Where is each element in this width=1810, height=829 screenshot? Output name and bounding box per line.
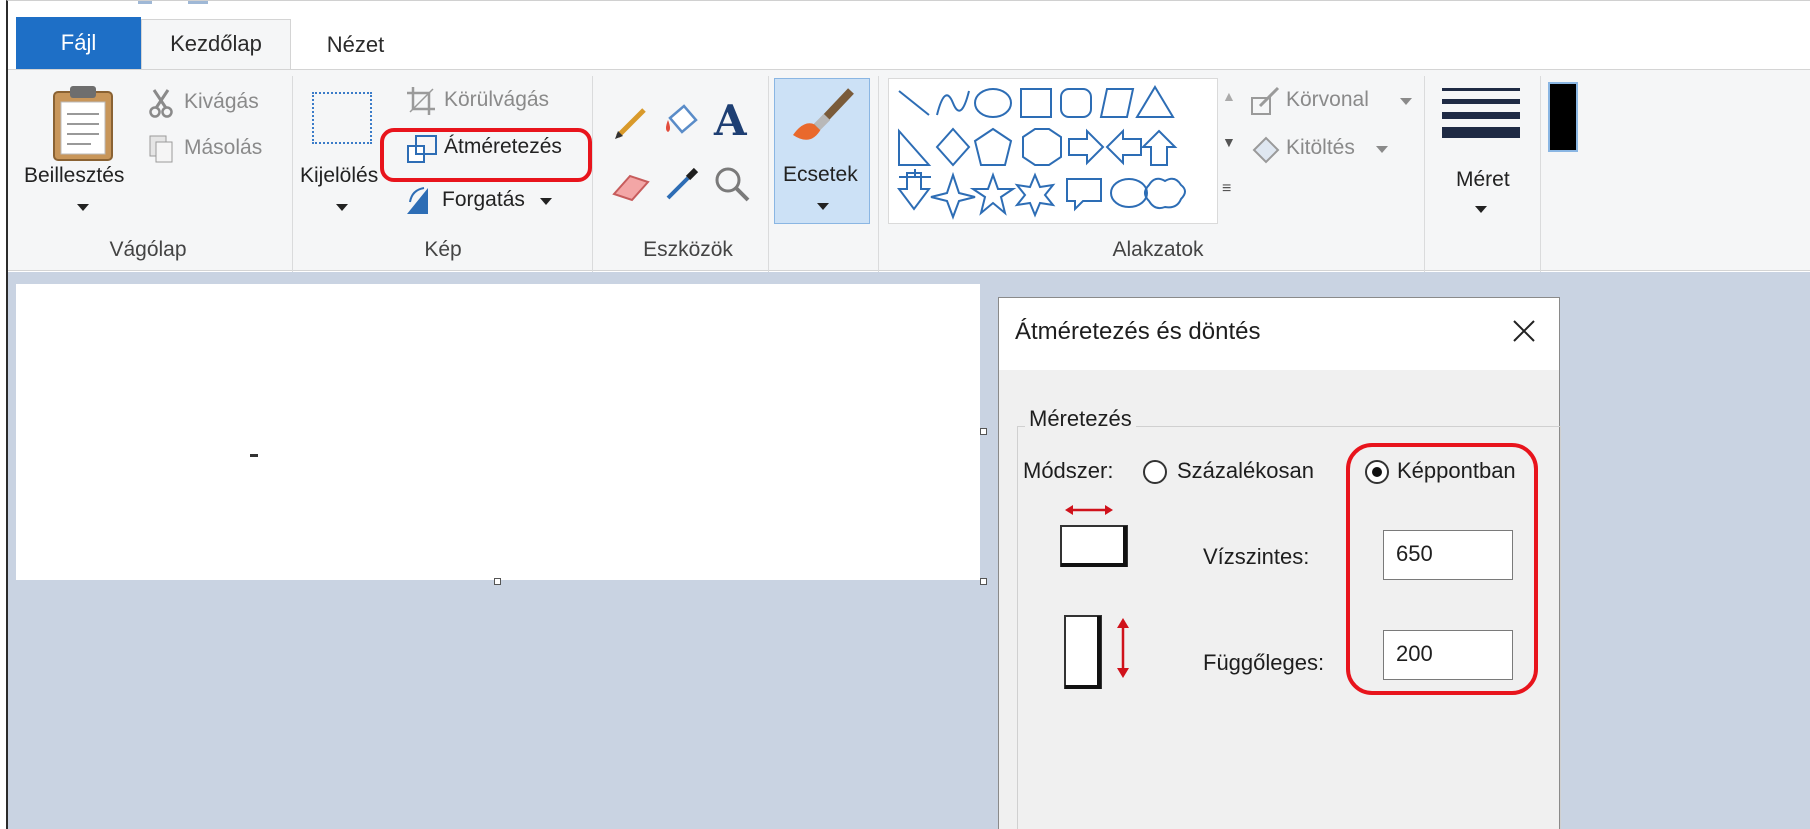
gallery-scroll-down[interactable]: ▼ bbox=[1222, 134, 1236, 150]
outline-label: Körvonal bbox=[1286, 88, 1369, 111]
ribbon-divider bbox=[878, 76, 879, 272]
cut-label: Kivágás bbox=[184, 90, 259, 113]
fill-icon bbox=[1252, 136, 1280, 164]
vertical-label: Függőleges: bbox=[1203, 650, 1325, 675]
crop-icon bbox=[407, 87, 435, 115]
chevron-down-icon bbox=[817, 203, 829, 210]
fill-bucket-icon[interactable] bbox=[660, 100, 702, 142]
copy-button[interactable]: Másolás bbox=[148, 134, 278, 166]
cut-button[interactable]: Kivágás bbox=[148, 88, 278, 120]
shapes-icon bbox=[897, 85, 1186, 220]
gallery-expand[interactable]: ≡ bbox=[1222, 180, 1231, 198]
rotate-button[interactable]: Forgatás bbox=[404, 184, 574, 220]
rotate-label: Forgatás bbox=[442, 188, 525, 211]
size-label: Méret bbox=[1456, 168, 1510, 191]
tools-group: A bbox=[604, 90, 764, 230]
paint-window: Fájl Kezdőlap Nézet Beillesztés Kivágás … bbox=[6, 0, 1810, 829]
crop-label: Körülvágás bbox=[444, 88, 550, 111]
color-picker-icon[interactable] bbox=[662, 164, 702, 204]
crop-button[interactable]: Körülvágás bbox=[406, 86, 576, 120]
gallery-scroll-up[interactable]: ▲ bbox=[1222, 88, 1236, 104]
image-group-label: Kép bbox=[424, 238, 462, 261]
chevron-down-icon bbox=[1475, 206, 1487, 213]
vertical-resize-icon bbox=[1064, 615, 1129, 689]
horizontal-label: Vízszintes: bbox=[1203, 544, 1310, 569]
outline-pencil-icon bbox=[1251, 86, 1280, 115]
ribbon-divider bbox=[592, 76, 593, 272]
select-button[interactable]: Kijelölés bbox=[300, 76, 388, 226]
ribbon-divider bbox=[1540, 76, 1541, 272]
rotate-icon bbox=[407, 187, 428, 214]
clipboard-group-label: Vágólap bbox=[109, 238, 187, 261]
ribbon-divider bbox=[292, 76, 293, 272]
paste-label: Beillesztés bbox=[24, 164, 125, 187]
fill-button[interactable]: Kitöltés bbox=[1250, 134, 1420, 168]
close-icon[interactable] bbox=[1507, 314, 1541, 348]
resize-handle-right[interactable] bbox=[980, 428, 987, 435]
dialog-titlebar: Átméretezés és döntés bbox=[999, 298, 1559, 370]
tab-home[interactable]: Kezdőlap bbox=[141, 19, 291, 70]
resize-highlight bbox=[380, 128, 592, 182]
radio-button[interactable] bbox=[1143, 460, 1167, 484]
percent-option-label: Százalékosan bbox=[1177, 458, 1314, 483]
ribbon-divider bbox=[768, 76, 769, 272]
ribbon-divider bbox=[1424, 76, 1425, 272]
tools-group-label: Eszközök bbox=[643, 238, 733, 261]
scissors-icon bbox=[149, 89, 173, 118]
magnifier-icon[interactable] bbox=[712, 164, 752, 204]
resize-section-label: Méretezés bbox=[1025, 406, 1136, 432]
pencil-icon[interactable] bbox=[612, 102, 652, 142]
ribbon-tabs: Fájl Kezdőlap Nézet bbox=[8, 9, 1810, 70]
chevron-down-icon bbox=[336, 204, 348, 211]
ribbon: Beillesztés Kivágás Másolás Vágólap Kije… bbox=[8, 69, 1810, 272]
horizontal-resize-icon bbox=[1060, 505, 1128, 567]
brush-icon bbox=[793, 88, 854, 140]
method-label: Módszer: bbox=[1023, 458, 1114, 483]
percent-radio[interactable]: Százalékosan bbox=[1143, 456, 1349, 490]
tab-file[interactable]: Fájl bbox=[16, 17, 141, 69]
shapes-gallery[interactable] bbox=[888, 78, 1218, 224]
chevron-down-icon bbox=[77, 204, 89, 211]
brushes-button[interactable]: Ecsetek bbox=[774, 78, 870, 224]
dialog-title: Átméretezés és döntés bbox=[1015, 318, 1261, 345]
fill-label: Kitöltés bbox=[1286, 136, 1355, 159]
copy-label: Másolás bbox=[184, 136, 263, 159]
drawing-canvas[interactable] bbox=[16, 284, 980, 580]
chevron-down-icon bbox=[540, 198, 552, 205]
clipboard-icon bbox=[53, 86, 113, 161]
resize-handle-corner[interactable] bbox=[980, 578, 987, 585]
quick-access-toolbar bbox=[8, 1, 1810, 9]
size-button[interactable]: Méret bbox=[1432, 78, 1536, 224]
eraser-icon[interactable] bbox=[610, 168, 652, 204]
select-label: Kijelölés bbox=[300, 164, 379, 187]
shapes-group-label: Alakzatok bbox=[1112, 238, 1204, 261]
outline-button[interactable]: Körvonal bbox=[1250, 86, 1420, 120]
paste-button[interactable]: Beillesztés bbox=[18, 76, 138, 226]
color-1-swatch[interactable] bbox=[1548, 82, 1578, 152]
tab-view[interactable]: Nézet bbox=[298, 21, 413, 69]
pixels-highlight bbox=[1346, 443, 1538, 695]
resize-handle-bottom[interactable] bbox=[494, 578, 501, 585]
selection-rectangle-icon bbox=[312, 92, 372, 144]
copy-icon bbox=[149, 135, 173, 163]
canvas-mark bbox=[250, 454, 258, 457]
brushes-label: Ecsetek bbox=[783, 163, 858, 186]
text-tool-icon[interactable]: A bbox=[714, 96, 747, 145]
line-size-icon bbox=[1442, 88, 1520, 138]
chevron-down-icon bbox=[1376, 146, 1388, 153]
chevron-down-icon bbox=[1400, 98, 1412, 105]
